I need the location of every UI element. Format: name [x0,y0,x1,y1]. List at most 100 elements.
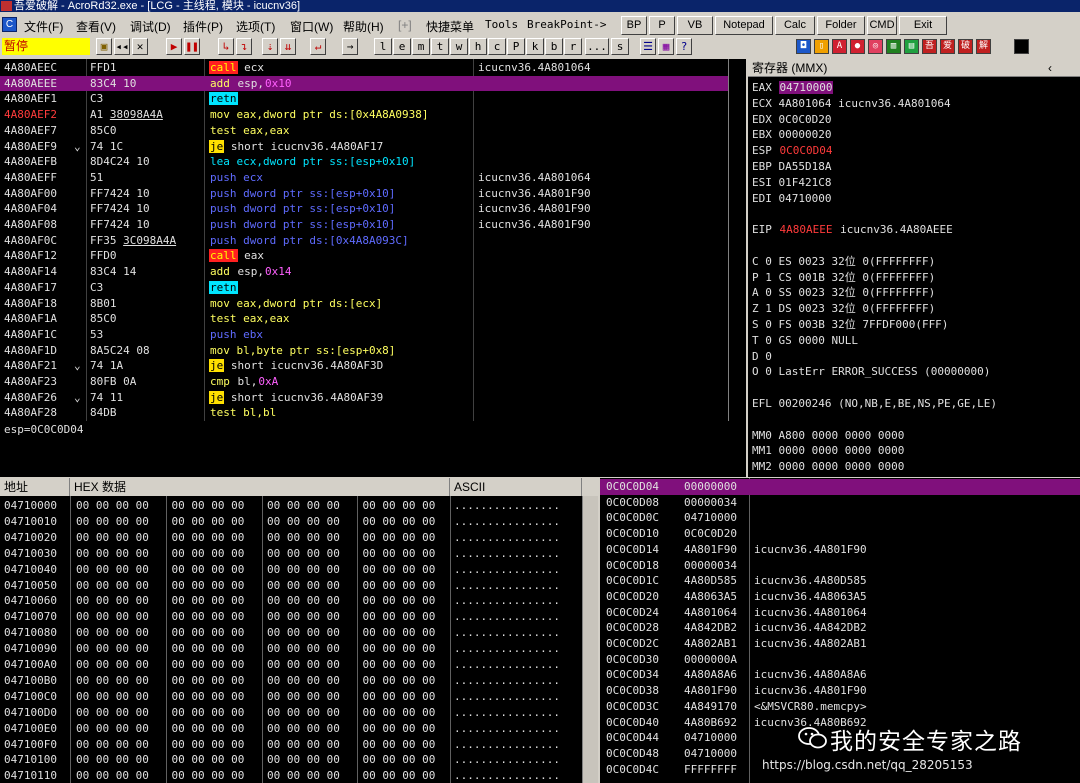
execute-till-return-icon[interactable]: ↵ [310,38,326,55]
register-line[interactable]: EIP 4A80AEEE icucnv36.4A80AEEE [752,222,953,237]
run-trace-button[interactable]: ... [585,38,609,55]
disasm-row[interactable]: 4A80AF26 ⌄ 74 11 je short icucnv36.4A80AF39 [0,390,728,406]
stack-row[interactable]: 0C0C0D10 0C0C0D20 [600,526,1080,542]
stack-row[interactable]: 0C0C0D24 4A801064 icucnv36.4A801064 [600,605,1080,621]
dump-row[interactable]: 04710030 00 00 00 00 00 00 00 00 00 00 00 0… [0,546,582,562]
disasm-row[interactable]: 4A80AEEC FFD1 call ecx icucnv36.4A801064 [0,60,728,76]
register-line[interactable]: A 0 SS 0023 32位 0(FFFFFFFF) [752,285,935,300]
close-icon[interactable]: ✕ [132,38,148,55]
handles-button[interactable]: h [469,38,487,55]
disasm-row[interactable]: 4A80AEF9 ⌄ 74 1C je short icucnv36.4A80AF17 [0,139,728,155]
disasm-row[interactable]: 4A80AEF2 A1 38098A4A mov eax,dword ptr ds:… [0,107,728,123]
menu-plus[interactable]: [+] [398,18,412,32]
dump-row[interactable]: 047100C0 00 00 00 00 00 00 00 00 00 00 00 0… [0,689,582,705]
stack-row[interactable]: 0C0C0D30 0000000A [600,652,1080,668]
threads-button[interactable]: t [431,38,449,55]
breakpoints-button[interactable]: b [545,38,563,55]
dump-header-address[interactable]: 地址 [0,478,70,496]
stack-row[interactable]: 0C0C0D04 00000000 [600,479,1080,495]
p-button[interactable]: P [649,16,675,35]
disasm-row[interactable]: 4A80AF14 83C4 14 add esp,0x14 [0,264,728,280]
source-button[interactable]: s [611,38,629,55]
stack-row[interactable]: 0C0C0D20 4A8063A5 icucnv36.4A8063A5 [600,589,1080,605]
plugin-chart-icon[interactable]: ▥ [886,39,901,54]
open-icon[interactable]: ▣ [96,38,112,55]
menu-window[interactable]: 窗口(W) [290,18,333,35]
register-line[interactable]: MM0 A800 0000 0000 0000 [752,428,904,443]
stack-row[interactable]: 0C0C0D34 4A80A8A6 icucnv36.4A80A8A6 [600,667,1080,683]
register-line[interactable]: ESP 0C0C0D04 [752,143,833,158]
chevron-left-icon[interactable]: ‹ [1048,59,1052,77]
plugin-black-icon[interactable] [1014,39,1029,54]
vb-button[interactable]: VB [677,16,713,35]
register-line[interactable]: P 1 CS 001B 32位 0(FFFFFFFF) [752,270,935,285]
dump-row[interactable]: 04710010 00 00 00 00 00 00 00 00 00 00 00 0… [0,514,582,530]
notepad-button[interactable]: Notepad [715,16,773,35]
plugin-record-icon[interactable]: ● [850,39,865,54]
dump-row[interactable]: 04710110 00 00 00 00 00 00 00 00 00 00 00 0… [0,768,582,783]
pause-icon[interactable]: ❚❚ [184,38,200,55]
plugin-wu-icon[interactable]: 吾 [922,39,937,54]
calc-button[interactable]: Calc [775,16,815,35]
disasm-row[interactable]: 4A80AF1C 53 push ebx [0,327,728,343]
plugin-ai-icon[interactable]: 爱 [940,39,955,54]
register-line[interactable]: EBX 00000020 [752,127,831,142]
executables-button[interactable]: e [393,38,411,55]
menu-file[interactable]: 文件(F) [24,18,63,35]
disasm-row[interactable]: 4A80AF17 C3 retn [0,280,728,296]
disasm-row[interactable]: 4A80AF0C FF35 3C098A4A push dword ptr ds:[… [0,233,728,249]
register-line[interactable]: T 0 GS 0000 NULL [752,333,858,348]
register-line[interactable]: EDX 0C0C0D20 [752,112,831,127]
stack-row[interactable]: 0C0C0D44 04710000 [600,730,1080,746]
disassembly-scrollbar[interactable] [728,59,746,421]
disasm-row[interactable]: 4A80AF00 FF7424 10 push dword ptr ss:[esp+… [0,186,728,202]
exit-button[interactable]: Exit [899,16,947,35]
plugin-window-icon[interactable]: ◘ [796,39,811,54]
register-line[interactable]: EFL 00200246 (NO,NB,E,BE,NS,PE,GE,LE) [752,396,997,411]
dump-row[interactable]: 04710050 00 00 00 00 00 00 00 00 00 00 00 0… [0,578,582,594]
dump-row[interactable]: 047100E0 00 00 00 00 00 00 00 00 00 00 00 0… [0,721,582,737]
dump-row[interactable]: 047100B0 00 00 00 00 00 00 00 00 00 00 00 0… [0,673,582,689]
stack-row[interactable]: 0C0C0D2C 4A802AB1 icucnv36.4A802AB1 [600,636,1080,652]
disasm-row[interactable]: 4A80AF23 80FB 0A cmp bl,0xA [0,374,728,390]
dump-header-hex[interactable]: HEX 数据 [70,478,450,496]
plugin-jie-icon[interactable]: 解 [976,39,991,54]
menu-view[interactable]: 查看(V) [76,18,116,35]
dump-row[interactable]: 04710020 00 00 00 00 00 00 00 00 00 00 00 0… [0,530,582,546]
disasm-row[interactable]: 4A80AEF7 85C0 test eax,eax [0,123,728,139]
register-line[interactable]: EBP DA55D18A [752,159,831,174]
register-line[interactable]: ESI 01F421C8 [752,175,831,190]
disasm-row[interactable]: 4A80AF08 FF7424 10 push dword ptr ss:[esp+… [0,217,728,233]
dump-row[interactable]: 04710090 00 00 00 00 00 00 00 00 00 00 00 0… [0,641,582,657]
stack-row[interactable]: 0C0C0D3C 4A849170 <&MSVCR80.memcpy> [600,699,1080,715]
register-line[interactable]: S 0 FS 003B 32位 7FFDF000(FFF) [752,317,948,332]
trace-into-icon[interactable]: ⇣ [262,38,278,55]
dump-pane[interactable]: 地址 HEX 数据 ASCII 04710000 00 00 00 00 00 00… [0,478,598,783]
dump-row[interactable]: 04710060 00 00 00 00 00 00 00 00 00 00 00 0… [0,593,582,609]
disasm-row[interactable]: 4A80AEFF 51 push ecx icucnv36.4A801064 [0,170,728,186]
plugin-a-icon[interactable]: A [832,39,847,54]
dump-row[interactable]: 04710000 00 00 00 00 00 00 00 00 00 00 00 0… [0,498,582,514]
stack-row[interactable]: 0C0C0D48 04710000 [600,746,1080,762]
registers-pane[interactable]: 寄存器 (MMX) ‹ EAX 04710000 ECX 4A801064 icu… [748,59,1080,477]
call-stack-button[interactable]: k [526,38,544,55]
dump-row[interactable]: 04710080 00 00 00 00 00 00 00 00 00 00 00 0… [0,625,582,641]
step-into-icon[interactable]: ↳ [218,38,234,55]
menu-breakpoint[interactable]: BreakPoint-> [527,18,606,31]
stack-row[interactable]: 0C0C0D14 4A801F90 icucnv36.4A801F90 [600,542,1080,558]
disassembly-pane[interactable]: 4A80AEEC FFD1 call ecx icucnv36.4A801064 4A8… [0,59,746,421]
menu-options[interactable]: 选项(T) [236,18,275,35]
registers-header[interactable]: 寄存器 (MMX) ‹ [748,59,1080,77]
cpu-button[interactable]: c [488,38,506,55]
dump-row[interactable]: 047100F0 00 00 00 00 00 00 00 00 00 00 00 0… [0,737,582,753]
list-icon[interactable]: ☰ [640,38,656,55]
menu-debug[interactable]: 调试(D) [130,18,171,35]
app-menu-icon[interactable]: C [2,17,17,32]
dump-row[interactable]: 04710040 00 00 00 00 00 00 00 00 00 00 00 0… [0,562,582,578]
menu-help[interactable]: 帮助(H) [343,18,384,35]
log-button[interactable]: l [374,38,392,55]
disasm-row[interactable]: 4A80AF1D 8A5C24 08 mov bl,byte ptr ss:[esp… [0,343,728,359]
stack-row[interactable]: 0C0C0D0C 04710000 [600,510,1080,526]
stack-row[interactable]: 0C0C0D08 00000034 [600,495,1080,511]
menu-shortcut[interactable]: 快捷菜单 [426,18,474,35]
